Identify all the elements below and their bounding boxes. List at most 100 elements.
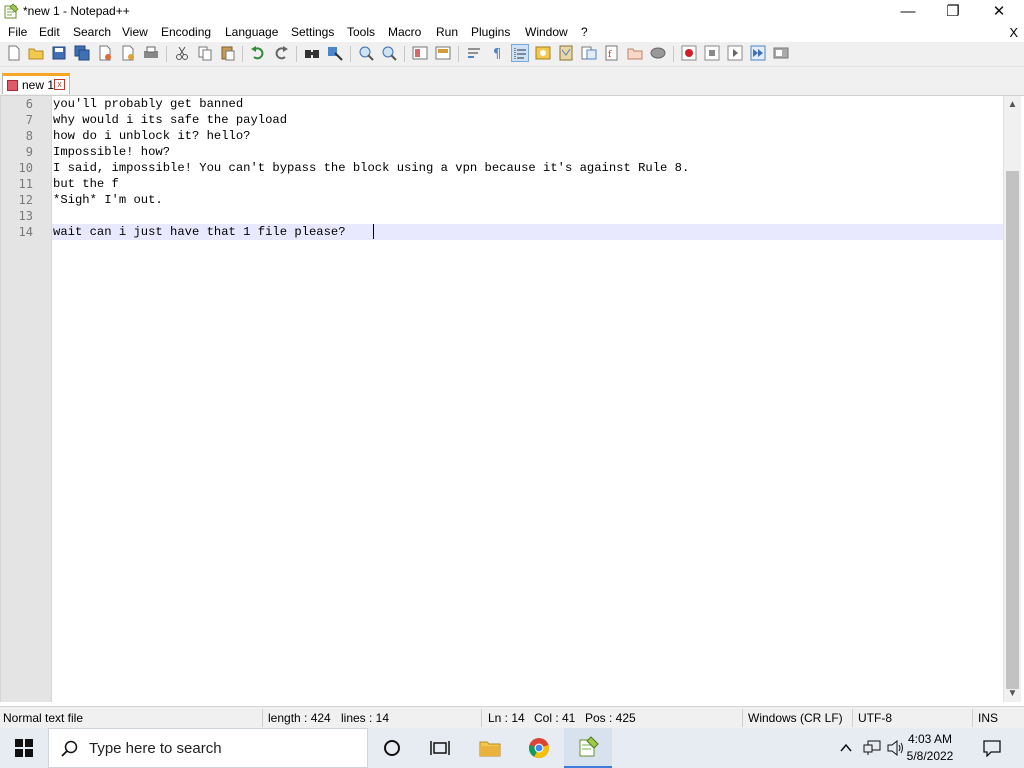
run-macro-multiple-icon[interactable]: [750, 45, 766, 61]
restore-button[interactable]: ❐: [930, 0, 976, 22]
line-number: 13: [18, 209, 33, 223]
code-line-current[interactable]: wait can i just have that 1 file please?: [53, 224, 346, 240]
line-number-gutter: 6 7 8 9 10 11 12 13 14: [1, 96, 52, 702]
menu-language[interactable]: Language: [225, 25, 278, 39]
chevron-up-icon: [840, 743, 852, 752]
cortana-button[interactable]: [368, 728, 416, 768]
line-number: 9: [25, 145, 33, 159]
scroll-up-icon[interactable]: ▲: [1004, 96, 1021, 113]
play-macro-icon[interactable]: [727, 45, 743, 61]
close-document-button[interactable]: X: [1009, 25, 1018, 40]
clock-date[interactable]: 5/8/2022: [900, 749, 960, 763]
taskbar-search-box[interactable]: Type here to search: [48, 728, 368, 768]
notification-icon: [983, 740, 1001, 757]
menu-tools[interactable]: Tools: [347, 25, 375, 39]
code-line[interactable]: you'll probably get banned: [53, 96, 243, 112]
notepadpp-app-icon: [4, 3, 19, 19]
menu-settings[interactable]: Settings: [291, 25, 334, 39]
search-placeholder: Type here to search: [89, 740, 222, 757]
cut-icon[interactable]: [174, 45, 190, 61]
scrollbar-thumb[interactable]: [1006, 171, 1019, 689]
scroll-down-icon[interactable]: ▼: [1004, 685, 1021, 702]
show-hidden-icons-button[interactable]: [834, 728, 858, 768]
toolbar-separator: [350, 46, 351, 62]
udl-icon[interactable]: [535, 45, 551, 61]
status-eol[interactable]: Windows (CR LF): [748, 711, 843, 725]
toolbar-separator: [296, 46, 297, 62]
show-all-chars-icon[interactable]: ¶: [489, 45, 505, 61]
code-line[interactable]: but the f: [53, 176, 119, 192]
word-wrap-icon[interactable]: [466, 45, 482, 61]
status-divider: [481, 709, 482, 727]
file-explorer-button[interactable]: [466, 728, 514, 768]
menu-run[interactable]: Run: [436, 25, 458, 39]
menu-encoding[interactable]: Encoding: [161, 25, 211, 39]
stop-record-icon[interactable]: [704, 45, 720, 61]
status-encoding[interactable]: UTF-8: [858, 711, 892, 725]
save-all-icon[interactable]: [74, 45, 90, 61]
close-file-icon[interactable]: [97, 45, 113, 61]
chrome-button[interactable]: [515, 728, 563, 768]
taskbar: Type here to search 4:03 AM 5/8/2022: [0, 728, 1024, 768]
close-all-icon[interactable]: [120, 45, 136, 61]
open-file-icon[interactable]: [28, 45, 44, 61]
menu-search[interactable]: Search: [73, 25, 111, 39]
minimize-button[interactable]: —: [885, 0, 931, 22]
paste-icon[interactable]: [220, 45, 236, 61]
record-macro-icon[interactable]: [681, 45, 697, 61]
save-icon[interactable]: [51, 45, 67, 61]
doc-map-icon[interactable]: [558, 45, 574, 61]
undo-icon[interactable]: [250, 45, 266, 61]
clock-time[interactable]: 4:03 AM: [900, 732, 960, 746]
menu-file[interactable]: File: [8, 25, 27, 39]
unsaved-file-icon: [7, 80, 18, 91]
status-divider: [262, 709, 263, 727]
vertical-scrollbar[interactable]: ▲ ▼: [1003, 96, 1021, 702]
menu-window[interactable]: Window: [525, 25, 568, 39]
zoom-in-icon[interactable]: [358, 45, 374, 61]
start-button[interactable]: [0, 728, 48, 768]
monitoring-icon[interactable]: [650, 45, 666, 61]
tab-new-1[interactable]: new 1 x: [2, 73, 70, 94]
code-line[interactable]: Impossible! how?: [53, 144, 170, 160]
project-panel-icon[interactable]: [627, 45, 643, 61]
line-number: 12: [18, 193, 33, 207]
notepadpp-taskbar-button[interactable]: [564, 728, 612, 768]
indent-guide-icon[interactable]: [511, 44, 529, 62]
code-line[interactable]: I said, impossible! You can't bypass the…: [53, 160, 689, 176]
replace-icon[interactable]: [327, 45, 343, 61]
network-button[interactable]: [860, 728, 884, 768]
notifications-button[interactable]: [970, 728, 1014, 768]
editor-pane[interactable]: 6 7 8 9 10 11 12 13 14 you'll probably g…: [0, 96, 1019, 702]
menu-view[interactable]: View: [122, 25, 148, 39]
new-file-icon[interactable]: [6, 45, 22, 61]
sync-vertical-icon[interactable]: [412, 45, 428, 61]
close-window-button[interactable]: ✕: [976, 0, 1022, 22]
code-line[interactable]: how do i unblock it? hello?: [53, 128, 250, 144]
status-insert-mode[interactable]: INS: [978, 711, 998, 725]
notepadpp-icon: [579, 736, 599, 757]
code-line[interactable]: why would i its safe the payload: [53, 112, 287, 128]
folder-workspace-icon[interactable]: f: [604, 45, 620, 61]
menu-macro[interactable]: Macro: [388, 25, 421, 39]
save-macro-icon[interactable]: [773, 45, 789, 61]
find-icon[interactable]: [304, 45, 320, 61]
window-title: *new 1 - Notepad++: [23, 4, 130, 18]
redo-icon[interactable]: [273, 45, 289, 61]
line-number: 7: [25, 113, 33, 127]
task-view-button[interactable]: [416, 728, 464, 768]
copy-icon[interactable]: [197, 45, 213, 61]
minimize-icon: —: [900, 2, 916, 20]
toolbar-separator: [673, 46, 674, 62]
close-icon: ✕: [992, 3, 1006, 20]
tab-close-icon[interactable]: x: [54, 79, 65, 90]
sync-horizontal-icon[interactable]: [435, 45, 451, 61]
menu-plugins[interactable]: Plugins: [471, 25, 510, 39]
print-icon[interactable]: [143, 45, 159, 61]
zoom-out-icon[interactable]: [381, 45, 397, 61]
menu-help[interactable]: ?: [581, 25, 588, 39]
chrome-icon: [529, 738, 549, 759]
code-line[interactable]: *Sigh* I'm out.: [53, 192, 163, 208]
function-list-icon[interactable]: [581, 45, 597, 61]
menu-edit[interactable]: Edit: [39, 25, 60, 39]
